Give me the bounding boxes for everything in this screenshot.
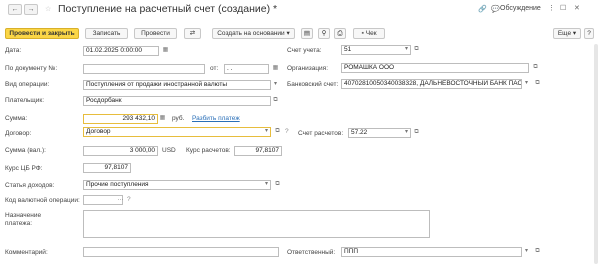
settlement-rate-label: Курс расчетов: bbox=[186, 147, 231, 154]
purpose-label: Назначение платежа: bbox=[5, 212, 42, 227]
report-icon[interactable]: ▤ bbox=[301, 28, 313, 39]
calc-account-label: Счет расчетов: bbox=[298, 130, 344, 137]
sum-field[interactable]: 293 432,10 bbox=[83, 114, 158, 124]
from-date-field[interactable]: . . bbox=[224, 64, 269, 74]
doc-number-field[interactable] bbox=[83, 64, 205, 74]
contract-open-icon[interactable]: ⧉ bbox=[273, 127, 282, 136]
comment-field[interactable] bbox=[83, 247, 279, 257]
account-dropdown-icon[interactable]: ▾ bbox=[402, 45, 411, 54]
post-button[interactable]: Провести bbox=[134, 28, 177, 39]
income-open-icon[interactable]: ⧉ bbox=[273, 180, 282, 189]
doc-number-label: По документу №: bbox=[5, 65, 58, 72]
help-button[interactable]: ? bbox=[584, 28, 594, 39]
sum-label: Сумма: bbox=[5, 115, 28, 122]
responsible-label: Ответственный: bbox=[287, 249, 336, 256]
close-icon[interactable]: ✕ bbox=[574, 4, 580, 12]
currency-op-select-icon[interactable]: … bbox=[116, 195, 125, 204]
responsible-field[interactable]: ППП bbox=[341, 247, 522, 257]
income-item-field[interactable]: Прочие поступления bbox=[83, 180, 271, 190]
create-based-on-button[interactable]: Создать на основании ▾ bbox=[212, 28, 295, 39]
cb-rate-field: 97,8107 bbox=[83, 163, 131, 173]
comment-label: Комментарий: bbox=[5, 249, 48, 256]
organization-field[interactable]: РОМАШКА ООО bbox=[341, 63, 529, 73]
from-calendar-icon[interactable]: ▦ bbox=[271, 64, 280, 73]
movements-icon[interactable]: ⇄ bbox=[184, 28, 201, 39]
income-dropdown-icon[interactable]: ▾ bbox=[262, 180, 271, 189]
account-label: Счет учета: bbox=[287, 47, 322, 54]
operation-type-label: Вид операции: bbox=[5, 81, 50, 88]
bank-account-label: Банковский счет: bbox=[287, 81, 339, 88]
discussion-button[interactable]: Обсуждение bbox=[500, 5, 541, 12]
from-label: от: bbox=[210, 65, 219, 72]
more-vertical-icon[interactable]: ⋮ bbox=[548, 4, 555, 12]
bank-account-dropdown-icon[interactable]: ▾ bbox=[522, 79, 531, 88]
create-based-on-label: Создать на основании bbox=[217, 30, 285, 37]
contract-label: Договор: bbox=[5, 130, 32, 137]
star-icon[interactable]: ☆ bbox=[45, 5, 51, 13]
contract-field[interactable]: Договор bbox=[83, 127, 271, 137]
more-label: Еще bbox=[557, 30, 572, 37]
more-button[interactable]: Еще ▾ bbox=[553, 28, 581, 39]
sum-currency-field[interactable]: 3 000,00 bbox=[83, 146, 158, 156]
organization-label: Организация: bbox=[287, 65, 329, 72]
settlement-rate-field[interactable]: 97,8107 bbox=[234, 146, 282, 156]
page-title: Поступление на расчетный счет (создание)… bbox=[58, 3, 278, 15]
income-item-label: Статья доходов: bbox=[5, 182, 55, 189]
account-field[interactable]: 51 bbox=[341, 45, 411, 55]
discussion-icon[interactable]: 💬 bbox=[491, 5, 500, 13]
write-button[interactable]: Записать bbox=[85, 28, 128, 39]
sum-currency-code: USD bbox=[162, 147, 176, 154]
check-button[interactable]: ▪ Чек bbox=[353, 28, 385, 39]
account-open-icon[interactable]: ⧉ bbox=[412, 45, 421, 54]
post-and-close-button[interactable]: Провести и закрыть bbox=[5, 28, 79, 39]
organization-open-icon[interactable]: ⧉ bbox=[531, 63, 540, 72]
sum-currency: руб. bbox=[172, 115, 185, 122]
calc-account-dropdown-icon[interactable]: ▾ bbox=[402, 128, 411, 137]
forward-button[interactable]: → bbox=[24, 4, 38, 15]
date-field[interactable]: 01.02.2025 0:00:00 bbox=[83, 46, 159, 56]
print-icon[interactable]: ⎙ bbox=[334, 28, 346, 39]
bank-account-open-icon[interactable]: ⧉ bbox=[533, 79, 542, 88]
bank-account-field[interactable]: 40702810050340038328, ДАЛЬНЕВОСТОЧНЫЙ БА… bbox=[341, 79, 522, 89]
date-label: Дата: bbox=[5, 47, 22, 54]
cb-rate-label: Курс ЦБ РФ: bbox=[5, 165, 43, 172]
operation-type-select[interactable]: Поступления от продажи иностранной валют… bbox=[83, 80, 271, 90]
responsible-open-icon[interactable]: ⧉ bbox=[533, 247, 542, 256]
maximize-icon[interactable]: ☐ bbox=[560, 4, 566, 12]
payer-field[interactable]: Росдорбанк bbox=[83, 96, 271, 106]
currency-op-label: Код валютной операции: bbox=[5, 197, 80, 204]
calculator-icon[interactable]: ▦ bbox=[158, 114, 167, 123]
vertical-scrollbar[interactable] bbox=[594, 44, 598, 264]
sum-currency-label: Сумма (вал.): bbox=[5, 147, 46, 154]
responsible-dropdown-icon[interactable]: ▾ bbox=[522, 247, 531, 256]
currency-op-help-icon[interactable]: ? bbox=[127, 196, 131, 203]
link-icon[interactable]: 🔗 bbox=[478, 5, 487, 13]
calendar-icon[interactable]: ▦ bbox=[161, 46, 170, 55]
purpose-textarea[interactable] bbox=[83, 210, 430, 238]
payer-open-icon[interactable]: ⧉ bbox=[271, 96, 280, 105]
split-payment-link[interactable]: Разбить платеж bbox=[192, 115, 240, 122]
payer-label: Плательщик: bbox=[5, 97, 45, 104]
operation-dropdown-icon[interactable]: ▾ bbox=[271, 80, 280, 89]
calc-account-open-icon[interactable]: ⧉ bbox=[412, 128, 421, 137]
attachment-icon[interactable]: ⚲ bbox=[318, 28, 330, 39]
check-label: Чек bbox=[365, 30, 377, 37]
contract-help-icon[interactable]: ? bbox=[285, 128, 289, 135]
contract-dropdown-icon[interactable]: ▾ bbox=[262, 127, 271, 136]
back-button[interactable]: ← bbox=[8, 4, 22, 15]
